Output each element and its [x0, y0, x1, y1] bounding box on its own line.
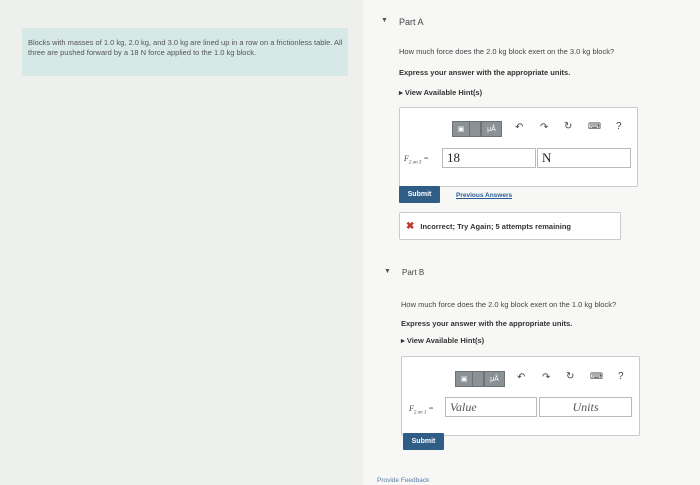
part-b-submit-button[interactable]: Submit [403, 433, 444, 450]
part-b-label-sub: 2 on 1 [413, 410, 427, 416]
part-a-hints-label: View Available Hint(s) [404, 88, 483, 97]
templates-icon[interactable]: ▣ [455, 371, 473, 387]
part-a-question: How much force does the 2.0 kg block exe… [399, 47, 615, 56]
part-a-units-input[interactable]: N [537, 148, 631, 168]
templates-dropdown-icon[interactable] [472, 371, 484, 387]
redo-icon[interactable]: ↷ [540, 122, 548, 133]
keyboard-icon[interactable]: ⌨ [588, 121, 601, 132]
keyboard-icon[interactable]: ⌨ [590, 371, 603, 382]
part-b-collapse-icon[interactable]: ▼ [384, 268, 391, 275]
part-a-title: Part A [399, 17, 424, 27]
templates-dropdown-icon[interactable] [469, 121, 481, 137]
undo-icon[interactable]: ↶ [517, 372, 525, 383]
help-icon[interactable]: ? [616, 121, 622, 132]
help-icon[interactable]: ? [618, 371, 624, 382]
part-a-value-input[interactable]: 18 [442, 148, 536, 168]
templates-icon[interactable]: ▣ [452, 121, 470, 137]
mu-units-icon[interactable]: μÅ [484, 371, 505, 387]
incorrect-icon: ✖ [406, 220, 415, 232]
part-b-question: How much force does the 2.0 kg block exe… [401, 300, 617, 309]
part-b-title: Part B [402, 268, 425, 277]
part-b-value-input[interactable]: Value [445, 397, 537, 417]
part-a-label-sub: 2 on 3 [408, 160, 422, 166]
part-a-answer-box [399, 107, 638, 187]
part-b-variable-label: F2 on 1 = [409, 404, 434, 416]
part-b-answer-box [401, 356, 640, 436]
mu-units-icon[interactable]: μÅ [481, 121, 502, 137]
reset-icon[interactable]: ↻ [564, 121, 572, 132]
part-a-hints-toggle[interactable]: ▸ View Available Hint(s) [399, 88, 482, 97]
reset-icon[interactable]: ↻ [566, 371, 574, 382]
problem-statement-box: Blocks with masses of 1.0 kg, 2.0 kg, an… [22, 28, 348, 76]
part-b-units-input[interactable]: Units [539, 397, 632, 417]
part-a-submit-button[interactable]: Submit [399, 186, 440, 203]
problem-statement-text: Blocks with masses of 1.0 kg, 2.0 kg, an… [28, 38, 343, 57]
part-a-instruction: Express your answer with the appropriate… [399, 68, 571, 77]
redo-icon[interactable]: ↷ [542, 372, 550, 383]
undo-icon[interactable]: ↶ [515, 122, 523, 133]
part-b-hints-label: View Available Hint(s) [406, 336, 485, 345]
part-a-feedback: ✖ Incorrect; Try Again; 5 attempts remai… [399, 212, 621, 240]
previous-answers-link[interactable]: Previous Answers [456, 192, 512, 199]
provide-feedback-link[interactable]: Provide Feedback [377, 477, 429, 484]
part-a-feedback-text: Incorrect; Try Again; 5 attempts remaini… [420, 221, 571, 231]
part-a-variable-label: F2 on 3 = [404, 154, 429, 166]
part-b-hints-toggle[interactable]: ▸ View Available Hint(s) [401, 336, 484, 345]
part-a-collapse-icon[interactable]: ▼ [381, 17, 388, 24]
part-b-instruction: Express your answer with the appropriate… [401, 319, 573, 328]
